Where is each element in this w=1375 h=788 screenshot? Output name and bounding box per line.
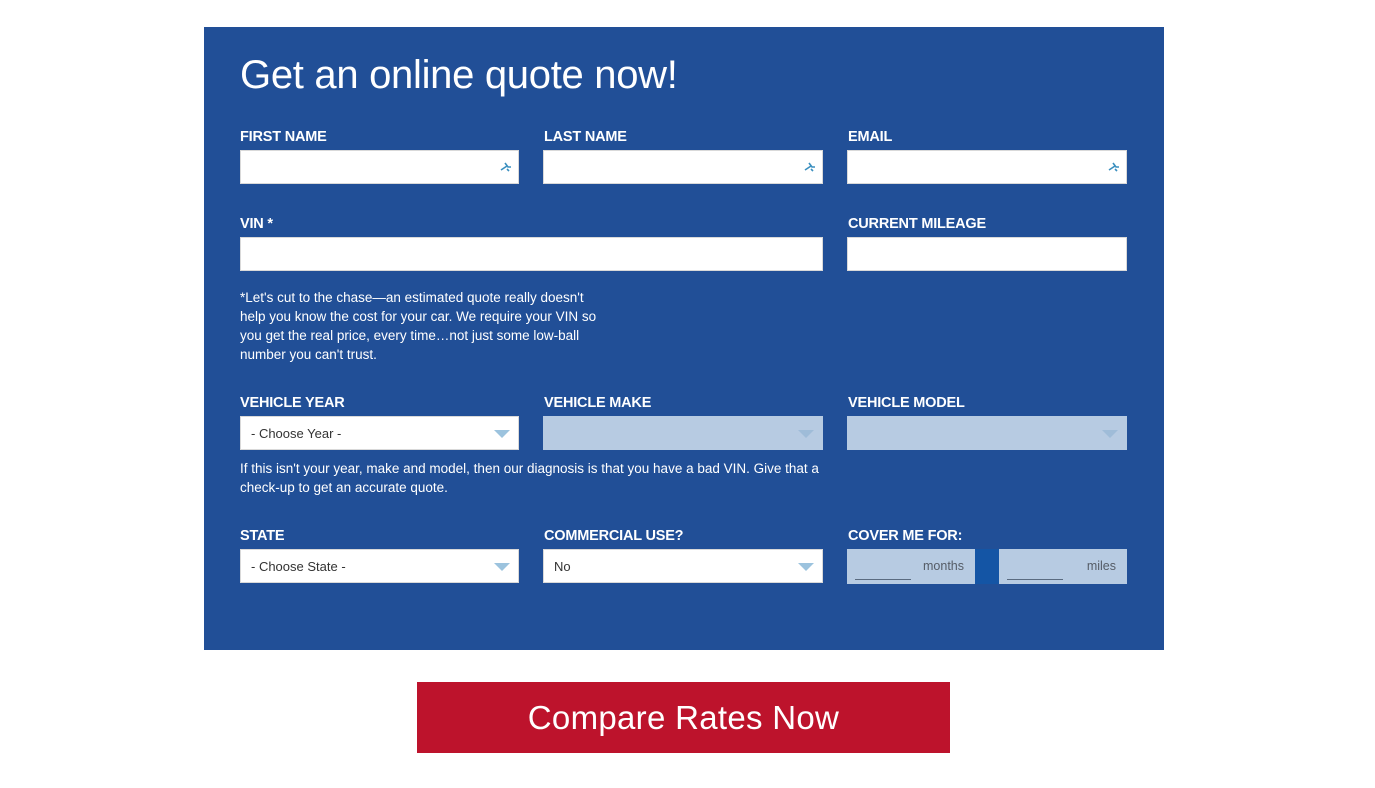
miles-underline	[1007, 579, 1063, 580]
state-select[interactable]: - Choose State -	[240, 549, 519, 583]
vehicle-year-label: VEHICLE YEAR	[240, 395, 345, 411]
vehicle-model-select[interactable]	[847, 416, 1127, 450]
form-title: Get an online quote now!	[240, 53, 678, 97]
vehicle-make-label: VEHICLE MAKE	[544, 395, 652, 411]
autofill-key-icon[interactable]	[500, 161, 512, 173]
vin-note: *Let's cut to the chase—an estimated quo…	[240, 290, 597, 362]
state-label: STATE	[240, 528, 285, 544]
vehicle-year-value: - Choose Year -	[251, 426, 342, 441]
months-unit: months	[923, 559, 964, 573]
first-name-input[interactable]	[240, 150, 519, 184]
autofill-key-icon[interactable]	[804, 161, 816, 173]
state-value: - Choose State -	[251, 559, 346, 574]
vehicle-note: If this isn't your year, make and model,…	[240, 461, 819, 495]
cover-miles-input[interactable]: miles	[999, 549, 1127, 584]
vehicle-year-select[interactable]: - Choose Year -	[240, 416, 519, 450]
commercial-use-label: COMMERCIAL USE?	[544, 528, 684, 544]
chevron-down-icon	[798, 430, 814, 438]
chevron-down-icon	[494, 563, 510, 571]
autofill-key-icon[interactable]	[1108, 161, 1120, 173]
commercial-use-value: No	[554, 559, 571, 574]
miles-unit: miles	[1086, 559, 1116, 573]
commercial-use-select[interactable]: No	[543, 549, 823, 583]
cover-divider	[975, 549, 999, 584]
mileage-input[interactable]	[847, 237, 1127, 271]
months-underline	[855, 579, 911, 580]
cover-months-input[interactable]: months	[847, 549, 975, 584]
mileage-label: CURRENT MILEAGE	[848, 216, 986, 232]
cover-label: COVER ME FOR:	[848, 528, 963, 544]
email-label: EMAIL	[848, 129, 893, 145]
chevron-down-icon	[798, 563, 814, 571]
chevron-down-icon	[494, 430, 510, 438]
quote-form-panel: Get an online quote now! FIRST NAME LAST…	[204, 27, 1164, 650]
vehicle-make-select[interactable]	[543, 416, 823, 450]
vin-input[interactable]	[240, 237, 823, 271]
email-input[interactable]	[847, 150, 1127, 184]
last-name-label: LAST NAME	[544, 129, 627, 145]
last-name-input[interactable]	[543, 150, 823, 184]
compare-rates-button[interactable]: Compare Rates Now	[417, 682, 950, 753]
first-name-label: FIRST NAME	[240, 129, 327, 145]
vehicle-model-label: VEHICLE MODEL	[848, 395, 965, 411]
chevron-down-icon	[1102, 430, 1118, 438]
vin-label: VIN *	[240, 216, 273, 232]
